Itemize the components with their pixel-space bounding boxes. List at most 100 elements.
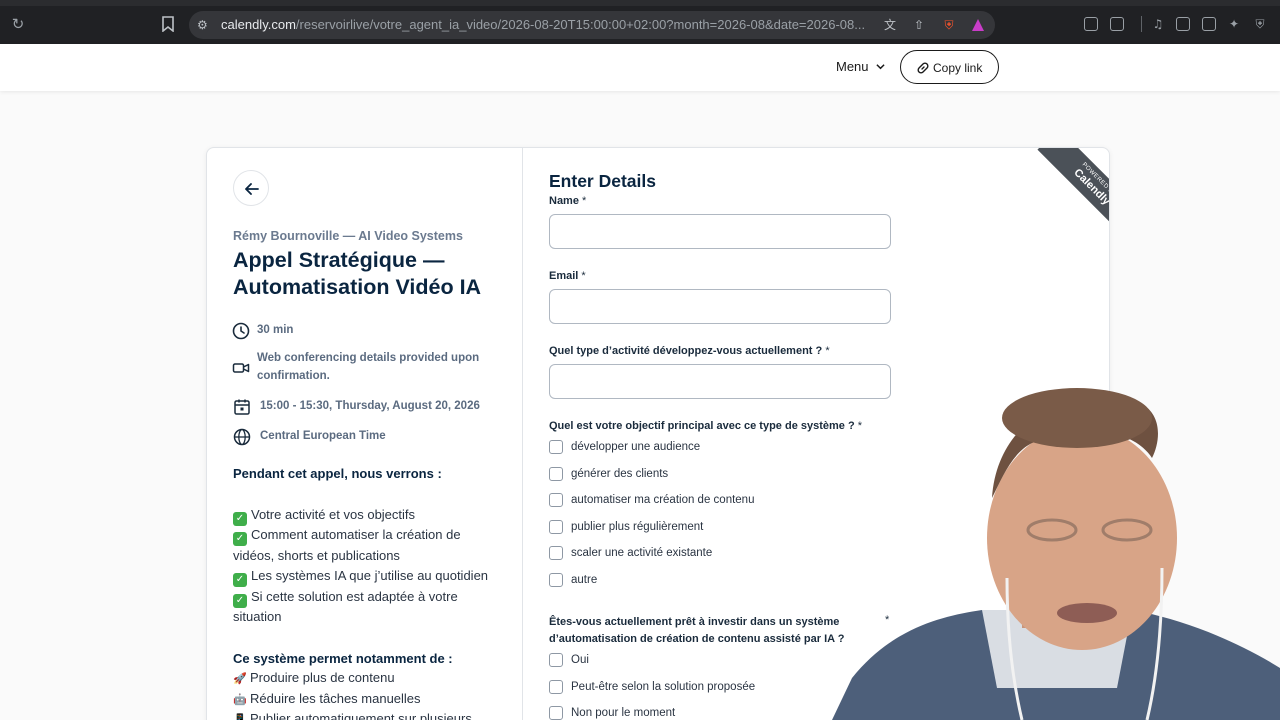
share-icon[interactable]: ⇧ [911, 17, 927, 33]
clock-icon [232, 322, 250, 340]
vpn-icon[interactable]: ⛨ [1252, 16, 1268, 32]
invest-option-label: Non pour le moment [571, 707, 676, 719]
objective-option[interactable]: publier plus régulièrement [549, 518, 879, 536]
tab-strip [0, 0, 1280, 6]
tab-search-icon[interactable] [1110, 17, 1124, 31]
description-line: vidéos, shorts et publications [233, 546, 513, 566]
description-line-text: Si cette solution est adaptée à votre [251, 589, 458, 604]
robot-icon: 🤖 [233, 693, 247, 706]
brave-shields-icon[interactable]: ⛨ [941, 17, 957, 33]
objective-option[interactable]: automatiser ma création de contenu [549, 491, 879, 509]
benefits-heading: Ce système permet notamment de : [233, 651, 453, 666]
globe-icon [233, 428, 251, 446]
sidebar-icon[interactable] [1176, 17, 1190, 31]
browser-toolbar: ↻ ⚙ calendly.com/reservoirlive/votre_age… [0, 0, 1280, 44]
benefit-line-text: Produire plus de contenu [250, 670, 395, 685]
form-title: Enter Details [549, 171, 656, 191]
required-mark: * [825, 345, 830, 357]
check-mark-icon: ✓ [233, 573, 247, 587]
video-camera-icon [232, 363, 250, 373]
checkbox[interactable] [549, 706, 563, 720]
bookmark-icon[interactable] [161, 16, 175, 32]
site-settings-icon[interactable]: ⚙ [197, 17, 211, 33]
objective-label-text: Quel est votre objectif principal avec c… [549, 420, 855, 432]
objective-option[interactable]: autre [549, 571, 879, 589]
objective-option-label: autre [571, 574, 598, 586]
objective-option-label: scaler une activité existante [571, 547, 713, 559]
required-mark: * [581, 270, 586, 282]
objective-option[interactable]: générer des clients [549, 465, 879, 483]
checkbox[interactable] [549, 493, 563, 507]
checkbox[interactable] [549, 467, 563, 481]
event-datetime: 15:00 - 15:30, Thursday, August 20, 2026 [260, 400, 480, 412]
email-input[interactable] [549, 289, 891, 324]
presenter-mouth [1057, 603, 1117, 623]
copy-link-button[interactable]: Copy link [900, 50, 999, 84]
toolbar-divider [1141, 16, 1142, 32]
description-line: situation [233, 607, 513, 627]
copy-link-label: Copy link [933, 61, 983, 75]
description-line-text: situation [233, 609, 282, 624]
invest-label: Êtes-vous actuellement prêt à investir d… [549, 614, 869, 648]
objective-option[interactable]: développer une audience [549, 438, 879, 456]
activity-label: Quel type d’activité développez-vous act… [549, 345, 830, 357]
invest-option[interactable]: Non pour le moment [549, 704, 879, 720]
powered-by-ribbon: POWERED BY Calendly [1037, 148, 1109, 238]
objective-option-label: développer une audience [571, 441, 701, 453]
email-label-text: Email [549, 270, 579, 282]
description-line-text: vidéos, shorts et publications [233, 548, 400, 563]
address-bar[interactable]: ⚙ calendly.com/reservoirlive/votre_agent… [189, 11, 995, 39]
conferencing-info-line-2: confirmation. [257, 370, 330, 382]
invest-option[interactable]: Oui [549, 651, 879, 669]
description-line-text: Les systèmes IA que j’utilise au quotidi… [251, 568, 489, 583]
menu-button[interactable]: Menu [836, 58, 888, 76]
benefit-line: 📱 Publier automatiquement sur plusieurs [233, 709, 513, 720]
arrow-left-icon [245, 183, 259, 195]
leo-icon[interactable]: ✦ [1226, 16, 1242, 32]
benefit-line: 🚀 Produire plus de contenu [233, 668, 513, 688]
activity-label-text: Quel type d’activité développez-vous act… [549, 345, 823, 357]
page-header: Menu Copy link [0, 44, 1280, 91]
chevron-down-icon [876, 64, 885, 70]
extensions-icon[interactable] [1084, 17, 1098, 31]
check-mark-icon: ✓ [233, 512, 247, 526]
invest-option-label: Oui [571, 654, 589, 666]
translate-icon[interactable]: 文 [882, 17, 898, 33]
checkbox[interactable] [549, 653, 563, 667]
description-line: ✓ Si cette solution est adaptée à votre [233, 587, 513, 608]
menu-label: Menu [836, 59, 869, 74]
objective-option-label: automatiser ma création de contenu [571, 494, 755, 506]
name-label: Name * [549, 195, 586, 207]
check-mark-icon: ✓ [233, 594, 247, 608]
reload-icon[interactable]: ↻ [10, 16, 26, 32]
check-mark-icon: ✓ [233, 532, 247, 546]
link-icon [917, 62, 929, 74]
checkbox[interactable] [549, 520, 563, 534]
back-button[interactable] [233, 170, 269, 206]
checkbox[interactable] [549, 573, 563, 587]
event-details-pane: Rémy Bournoville — AI Video Systems Appe… [207, 148, 523, 720]
email-label: Email * [549, 270, 586, 282]
webcam-overlay [832, 388, 1280, 720]
objective-option-label: publier plus régulièrement [571, 521, 704, 533]
host-name: Rémy Bournoville — AI Video Systems [233, 229, 463, 243]
name-label-text: Name [549, 195, 579, 207]
name-input[interactable] [549, 214, 891, 249]
description-heading: Pendant cet appel, nous verrons : [233, 466, 442, 481]
checkbox[interactable] [549, 546, 563, 560]
powered-by-calendly-badge[interactable]: POWERED BY Calendly [1023, 148, 1109, 238]
event-title-line-1: Appel Stratégique — [233, 248, 445, 272]
event-title: Appel Stratégique — Automatisation Vidéo… [233, 247, 518, 303]
invest-label-line-1: Êtes-vous actuellement prêt à investir d… [549, 616, 840, 628]
rocket-icon: 🚀 [233, 672, 247, 685]
objective-option[interactable]: scaler une activité existante [549, 544, 879, 562]
brave-rewards-icon[interactable] [970, 17, 986, 33]
url-text[interactable]: calendly.com/reservoirlive/votre_agent_i… [221, 17, 871, 33]
checkbox[interactable] [549, 680, 563, 694]
presenter-cap-top [1002, 388, 1152, 448]
benefit-line-text: Publier automatiquement sur plusieurs [250, 711, 472, 720]
checkbox[interactable] [549, 440, 563, 454]
wallet-icon[interactable] [1202, 17, 1216, 31]
media-icon[interactable]: ♫ [1150, 16, 1166, 32]
invest-option[interactable]: Peut-être selon la solution proposée [549, 678, 879, 696]
